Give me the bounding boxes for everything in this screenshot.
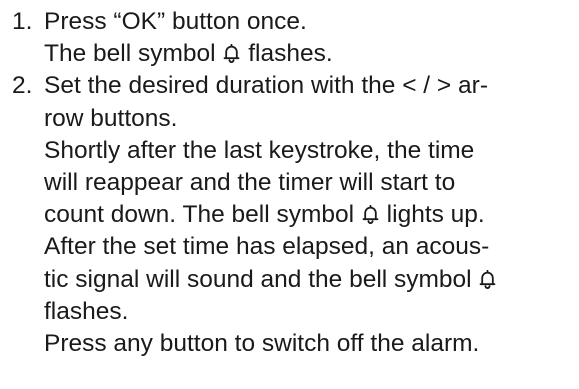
step-number: 2. — [12, 72, 33, 100]
line-text: Shortly after the last keystroke, the ti… — [44, 136, 475, 164]
line-text: The bell symbol — [44, 40, 223, 68]
line-text: Set the desired duration with the < / > … — [44, 72, 488, 100]
step-1-line-2: The bell symbol flashes. — [44, 38, 579, 70]
step-number: 1. — [12, 8, 33, 35]
step-2-line-1: Set the desired duration with the < / > … — [44, 70, 579, 102]
step-2-line-5: count down. The bell symbol lights up. — [44, 199, 579, 231]
bell-icon — [362, 205, 379, 225]
step-2-line-3: Shortly after the last keystroke, the ti… — [44, 135, 579, 167]
line-text: After the set time has elapsed, an acous… — [44, 233, 490, 261]
bell-icon — [223, 44, 240, 64]
line-text: count down. The bell symbol — [44, 201, 361, 229]
step-2-text: Set the desired duration with the < / > … — [44, 70, 579, 360]
step-1: 1. Press “OK” button once. The bell symb… — [12, 6, 579, 70]
step-2-line-9: Press any button to switch off the alarm… — [44, 328, 579, 360]
step-2: 2. Set the desired duration with the < /… — [12, 70, 579, 360]
step-1-line-1: Press “OK” button once. — [44, 6, 579, 38]
instruction-list: 1. Press “OK” button once. The bell symb… — [0, 0, 579, 389]
bell-icon — [479, 269, 496, 289]
step-2-line-8: flashes. — [44, 296, 579, 328]
line-text: will reappear and the timer will start t… — [44, 169, 456, 197]
line-text: Press “OK” button once. — [44, 8, 307, 35]
step-2-line-7: tic signal will sound and the bell symbo… — [44, 264, 579, 296]
line-text: row buttons. — [44, 104, 178, 132]
line-text: Press any button to switch off the alarm… — [44, 330, 480, 358]
line-text: lights up. — [379, 201, 485, 229]
step-2-line-4: will reappear and the timer will start t… — [44, 167, 579, 199]
line-text: tic signal will sound and the bell symbo… — [44, 265, 479, 293]
line-text: flashes. — [44, 297, 129, 325]
step-2-line-6: After the set time has elapsed, an acous… — [44, 231, 579, 263]
step-1-text: Press “OK” button once. The bell symbol … — [44, 6, 579, 70]
step-2-line-2: row buttons. — [44, 103, 579, 135]
line-text: flashes. — [241, 40, 333, 68]
